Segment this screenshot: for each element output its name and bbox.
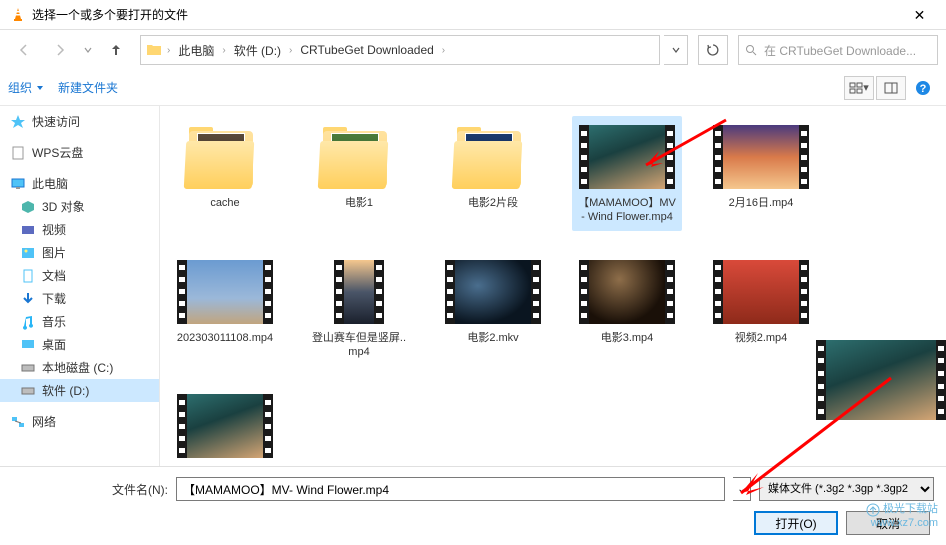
filename-dropdown[interactable]: ⌄ (733, 477, 751, 501)
document-icon (20, 268, 36, 284)
close-button[interactable]: ✕ (897, 0, 942, 30)
chevron-right-icon: › (442, 45, 445, 56)
cancel-button[interactable]: 取消 (846, 511, 930, 535)
svg-text:?: ? (920, 83, 927, 95)
file-name: 202303011108.mp4 (177, 331, 273, 345)
file-item[interactable]: 电影3.mp4 (572, 251, 682, 366)
file-name: 2月16日.mp4 (729, 196, 794, 210)
file-name: 电影3.mp4 (601, 331, 654, 345)
file-type-filter[interactable]: 媒体文件 (*.3g2 *.3gp *.3gp2 (759, 477, 934, 501)
sidebar: 快速访问 WPS云盘 此电脑 3D 对象 视频 图片 文档 下载 音乐 桌面 本… (0, 106, 160, 466)
picture-icon (20, 245, 36, 261)
back-button[interactable] (8, 36, 40, 64)
breadcrumb-item[interactable]: CRTubeGet Downloaded (296, 41, 437, 59)
star-icon (10, 114, 26, 130)
filename-input[interactable] (176, 477, 725, 501)
file-name: 电影1 (345, 196, 373, 210)
search-placeholder: 在 CRTubeGet Downloade... (764, 42, 916, 59)
cube-icon (20, 199, 36, 215)
vlc-icon (10, 7, 26, 23)
sidebar-item-quickaccess[interactable]: 快速访问 (0, 110, 159, 133)
file-item[interactable]: 视频2.mp4 (706, 251, 816, 366)
sidebar-item-video[interactable]: 视频 (0, 218, 159, 241)
filename-label: 文件名(N): (112, 481, 168, 498)
file-item[interactable]: 2月16日.mp4 (706, 116, 816, 231)
address-bar[interactable]: › 此电脑 › 软件 (D:) › CRTubeGet Downloaded › (140, 35, 660, 65)
address-dropdown[interactable] (664, 35, 688, 65)
folder-item[interactable]: cache (170, 116, 280, 231)
breadcrumb-item[interactable]: 软件 (D:) (230, 40, 285, 61)
file-item[interactable]: 202303011108.mp4 (170, 251, 280, 366)
search-input[interactable]: 在 CRTubeGet Downloade... (738, 35, 938, 65)
chevron-right-icon: › (167, 45, 170, 56)
folder-icon (145, 41, 163, 59)
window-title: 选择一个或多个要打开的文件 (32, 6, 897, 23)
file-item[interactable]: 登山赛车但是竖屏..mp4 (304, 251, 414, 366)
file-item[interactable]: 【MAMAMOO】MV- Wind Flower.mp4 (572, 116, 682, 231)
sidebar-item-desktop[interactable]: 桌面 (0, 333, 159, 356)
sidebar-item-wps[interactable]: WPS云盘 (0, 141, 159, 164)
file-name: 视频2.mp4 (735, 331, 788, 345)
up-button[interactable] (100, 36, 132, 64)
sidebar-item-downloads[interactable]: 下载 (0, 287, 159, 310)
help-button[interactable]: ? (908, 76, 938, 100)
file-name: 登山赛车但是竖屏..mp4 (310, 331, 408, 360)
file-name: cache (210, 196, 239, 210)
music-icon (20, 314, 36, 330)
network-icon (10, 414, 26, 430)
forward-button[interactable] (44, 36, 76, 64)
file-name: 【MAMAMOO】MV- Wind Flower.mp4 (578, 196, 676, 225)
sidebar-item-documents[interactable]: 文档 (0, 264, 159, 287)
file-name: 电影2.mkv (467, 331, 518, 345)
sidebar-item-ddrive[interactable]: 软件 (D:) (0, 379, 159, 402)
drive-icon (20, 360, 36, 376)
view-changer[interactable]: ▾ (844, 76, 874, 100)
video-icon (20, 222, 36, 238)
sidebar-item-network[interactable]: 网络 (0, 410, 159, 433)
download-icon (20, 291, 36, 307)
open-button[interactable]: 打开(O) (754, 511, 838, 535)
sidebar-item-music[interactable]: 音乐 (0, 310, 159, 333)
file-item[interactable]: 电影2.mkv (438, 251, 548, 366)
chevron-right-icon: › (222, 45, 225, 56)
sidebar-item-thispc[interactable]: 此电脑 (0, 172, 159, 195)
preview-pane-button[interactable] (876, 76, 906, 100)
history-dropdown[interactable] (80, 45, 96, 55)
folder-item[interactable]: 电影1 (304, 116, 414, 231)
sidebar-item-pictures[interactable]: 图片 (0, 241, 159, 264)
drive-icon (20, 383, 36, 399)
new-folder-button[interactable]: 新建文件夹 (58, 79, 118, 96)
search-icon (745, 44, 758, 57)
folder-item[interactable]: 电影2片段 (438, 116, 548, 231)
document-icon (10, 145, 26, 161)
sidebar-item-cdrive[interactable]: 本地磁盘 (C:) (0, 356, 159, 379)
preview-pane (816, 340, 946, 420)
file-name: 电影2片段 (468, 196, 518, 210)
sidebar-item-3d[interactable]: 3D 对象 (0, 195, 159, 218)
pc-icon (10, 176, 26, 192)
refresh-button[interactable] (698, 35, 728, 65)
organize-menu[interactable]: 组织 (8, 79, 44, 96)
chevron-right-icon: › (289, 45, 292, 56)
desktop-icon (20, 337, 36, 353)
breadcrumb-item[interactable]: 此电脑 (174, 40, 218, 61)
file-item[interactable] (170, 385, 280, 466)
